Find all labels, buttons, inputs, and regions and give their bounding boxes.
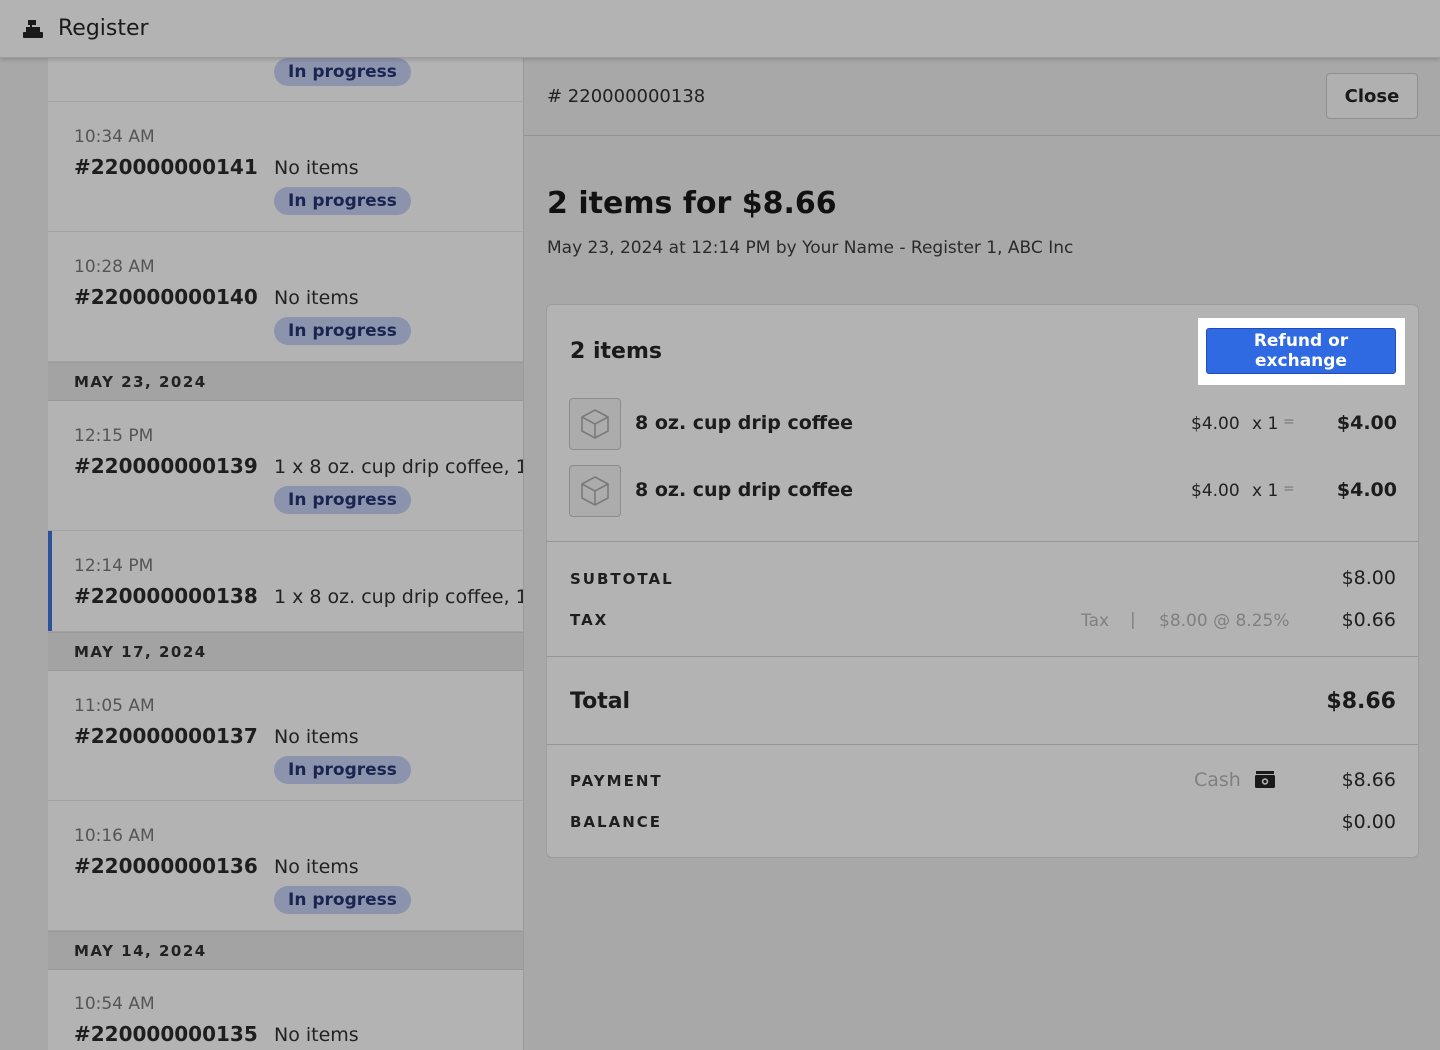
divider — [547, 656, 1418, 657]
order-description: No items — [274, 157, 359, 179]
balance-label: BALANCE — [570, 813, 663, 831]
status-badge: In progress — [274, 886, 411, 914]
status-badge: In progress — [274, 486, 411, 514]
item-quantity: x 1 — [1252, 481, 1279, 501]
status-badge: In progress — [274, 187, 411, 215]
order-detail-panel: # 220000000138 Close 2 items for $8.66 M… — [524, 58, 1440, 1050]
box-icon — [569, 465, 621, 517]
order-time: 10:34 AM — [74, 127, 155, 147]
order-time: 12:14 PM — [74, 556, 154, 576]
status-badge: In progress — [274, 58, 411, 86]
item-total: $4.00 — [1336, 412, 1397, 434]
app-title: Register — [58, 16, 149, 41]
payment-amount: $8.66 — [1341, 769, 1396, 791]
item-unit-price: $4.00 — [1191, 414, 1240, 434]
order-description: No items — [274, 856, 359, 878]
divider — [547, 541, 1418, 542]
tax-label: TAX — [570, 611, 609, 629]
date-header: MAY 14, 2024 — [48, 931, 523, 970]
order-time: 10:16 AM — [74, 826, 155, 846]
status-badge: In progress — [274, 756, 411, 784]
date-header: MAY 23, 2024 — [48, 362, 523, 401]
total-label: Total — [570, 689, 631, 714]
payment-method: Cash — [1194, 769, 1241, 791]
cash-icon — [1254, 771, 1276, 793]
list-item[interactable]: In progress — [48, 58, 523, 102]
summary-subtitle: May 23, 2024 at 12:14 PM by Your Name - … — [547, 238, 1074, 258]
order-list[interactable]: In progress 10:34 AM #220000000141 No it… — [48, 58, 524, 1050]
line-item: 8 oz. cup drip coffee $4.00 x 1 = $4.00 — [569, 398, 1397, 450]
item-total: $4.00 — [1336, 479, 1397, 501]
tax-separator: | — [1130, 610, 1136, 630]
list-item[interactable]: 12:15 PM #220000000139 1 x 8 oz. cup dri… — [48, 401, 523, 531]
line-item: 8 oz. cup drip coffee $4.00 x 1 = $4.00 — [569, 465, 1397, 517]
detail-order-number: # 220000000138 — [547, 86, 706, 107]
order-number: #220000000141 — [74, 155, 258, 179]
list-item[interactable]: 10:28 AM #220000000140 No items In progr… — [48, 232, 523, 362]
list-item[interactable]: 10:54 AM #220000000135 No items — [48, 970, 523, 1050]
item-unit-price: $4.00 — [1191, 481, 1240, 501]
box-icon — [569, 398, 621, 450]
subtotal-label: SUBTOTAL — [570, 570, 674, 588]
order-number: #220000000139 — [74, 454, 258, 478]
refund-or-exchange-button[interactable]: Refund or exchange — [1206, 328, 1396, 374]
detail-header: # 220000000138 Close — [524, 58, 1440, 136]
order-time: 10:28 AM — [74, 257, 155, 277]
order-description: No items — [274, 726, 359, 748]
tax-detail: $8.00 @ 8.25% — [1159, 611, 1290, 631]
close-button[interactable]: Close — [1326, 73, 1418, 119]
item-name: 8 oz. cup drip coffee — [635, 412, 853, 434]
balance-amount: $0.00 — [1341, 811, 1396, 833]
date-header: MAY 17, 2024 — [48, 632, 523, 671]
order-number: #220000000135 — [74, 1022, 258, 1046]
summary-title: 2 items for $8.66 — [547, 186, 837, 221]
tax-name: Tax — [1081, 611, 1110, 631]
order-time: 12:15 PM — [74, 426, 154, 446]
left-gutter — [0, 58, 48, 1050]
list-item[interactable]: 11:05 AM #220000000137 No items In progr… — [48, 671, 523, 801]
list-item[interactable]: 10:34 AM #220000000141 No items In progr… — [48, 102, 523, 232]
item-name: 8 oz. cup drip coffee — [635, 479, 853, 501]
payment-label: PAYMENT — [570, 772, 663, 790]
equals-sign: = — [1283, 414, 1295, 430]
order-card: 2 items Refund or exchange 8 oz. cup dri… — [546, 304, 1419, 858]
subtotal-amount: $8.00 — [1341, 567, 1396, 589]
tax-amount: $0.66 — [1341, 609, 1396, 631]
order-number: #220000000137 — [74, 724, 258, 748]
total-amount: $8.66 — [1326, 689, 1396, 714]
order-number: #220000000136 — [74, 854, 258, 878]
top-bar: Register — [0, 0, 1440, 58]
order-number: #220000000138 — [74, 584, 258, 608]
list-item-selected[interactable]: 12:14 PM #220000000138 1 x 8 oz. cup dri… — [48, 531, 523, 632]
order-number: #220000000140 — [74, 285, 258, 309]
items-title: 2 items — [570, 339, 662, 364]
equals-sign: = — [1283, 481, 1295, 497]
order-description: 1 x 8 oz. cup drip coffee, 1 x 8 — [274, 456, 523, 478]
order-time: 10:54 AM — [74, 994, 155, 1014]
list-item[interactable]: 10:16 AM #220000000136 No items In progr… — [48, 801, 523, 931]
divider — [547, 744, 1418, 745]
item-quantity: x 1 — [1252, 414, 1279, 434]
order-description: No items — [274, 1024, 359, 1046]
register-icon — [22, 18, 44, 40]
order-description: 1 x 8 oz. cup drip coffee, 1 x 8 — [274, 586, 523, 608]
order-time: 11:05 AM — [74, 696, 155, 716]
refund-highlight: Refund or exchange — [1198, 318, 1405, 385]
status-badge: In progress — [274, 317, 411, 345]
order-description: No items — [274, 287, 359, 309]
